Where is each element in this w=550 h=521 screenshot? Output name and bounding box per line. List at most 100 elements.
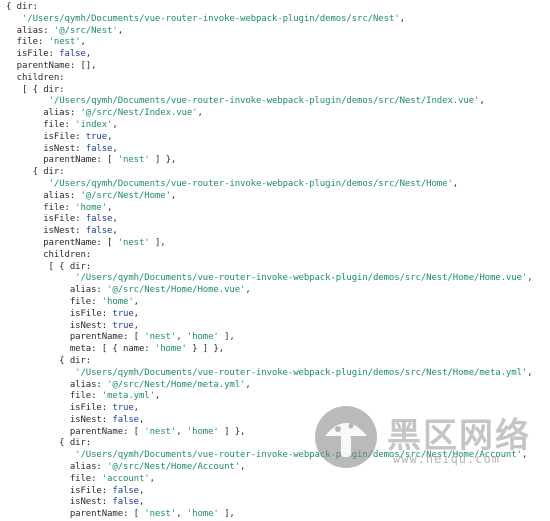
code-line: alias: '@/src/Nest/Home/Home.vue', xyxy=(6,285,533,297)
code-token: parentName: [ xyxy=(6,509,145,520)
code-line: file: 'meta.yml', xyxy=(6,391,533,403)
code-line: children: xyxy=(6,73,533,85)
keyword-token: false xyxy=(85,226,113,237)
code-token: alias: xyxy=(6,190,81,201)
code-line: isNest: false, xyxy=(6,144,533,156)
string-token: '@/src/Nest/Home/Home.vue' xyxy=(107,285,246,296)
code-line: isFile: true, xyxy=(6,132,533,144)
string-token: 'home' xyxy=(186,509,219,520)
keyword-token: true xyxy=(112,320,134,331)
string-token: '@/src/Nest/Index.vue' xyxy=(80,108,198,119)
code-token: isNest: xyxy=(6,143,86,154)
code-token: , xyxy=(85,49,92,60)
code-token: [ { dir: xyxy=(6,84,65,95)
code-token: , xyxy=(527,273,533,284)
code-line: isFile: true, xyxy=(6,403,533,415)
code-token: , xyxy=(133,320,139,331)
code-line: meta: [ { name: 'home' } ] }, xyxy=(6,344,533,356)
code-token: } ] }, xyxy=(186,344,225,355)
code-token: isFile: xyxy=(6,403,113,414)
code-token: isNest: xyxy=(6,226,86,237)
code-token: file: xyxy=(6,119,76,130)
string-token: 'nest' xyxy=(117,237,150,248)
code-token: parentName: [ xyxy=(6,237,118,248)
code-token: children: xyxy=(6,72,65,83)
code-line: isFile: false, xyxy=(6,214,533,226)
code-line: isNest: false, xyxy=(6,415,533,427)
code-token: , xyxy=(117,25,124,36)
code-token: , xyxy=(527,367,533,378)
code-token: , xyxy=(176,509,187,520)
code-token: children: xyxy=(6,249,92,260)
string-token: 'home' xyxy=(186,426,219,437)
code-line: parentName: [], xyxy=(6,61,533,73)
code-token: { dir: xyxy=(6,167,65,178)
string-token: 'nest' xyxy=(144,509,177,520)
string-token: '/Users/qymh/Documents/vue-router-invoke… xyxy=(75,450,522,461)
code-token: ] }, xyxy=(218,426,246,437)
code-line: parentName: [ 'nest' ] }, xyxy=(6,155,533,167)
keyword-token: false xyxy=(85,143,113,154)
string-token: 'home' xyxy=(186,332,219,343)
code-token: parentName: [ xyxy=(6,155,118,166)
code-token: isFile: xyxy=(6,308,113,319)
code-line: { dir: xyxy=(6,167,533,179)
code-line: '/Users/qymh/Documents/vue-router-invoke… xyxy=(6,14,533,26)
code-token: , xyxy=(80,37,86,48)
keyword-token: true xyxy=(85,131,108,142)
code-token: , xyxy=(479,96,485,107)
code-token: alias: xyxy=(6,379,108,390)
code-line: alias: '@/src/Nest', xyxy=(6,26,533,38)
keyword-token: false xyxy=(85,214,113,225)
code-line: file: 'home', xyxy=(6,203,533,215)
keyword-token: false xyxy=(112,485,139,496)
code-line: { dir: xyxy=(6,2,533,14)
code-token: , xyxy=(170,190,177,201)
code-line: alias: '@/src/Nest/Home', xyxy=(6,191,533,203)
code-token: , xyxy=(112,143,118,154)
code-line: isFile: true, xyxy=(6,309,533,321)
code-line: '/Users/qymh/Documents/vue-router-invoke… xyxy=(6,368,533,380)
code-token: alias: xyxy=(6,108,81,119)
string-token: 'nest' xyxy=(117,155,150,166)
code-token: , xyxy=(138,414,145,425)
string-token: 'meta.yml' xyxy=(101,391,155,402)
code-token: , xyxy=(133,296,139,307)
code-line: { dir: xyxy=(6,438,533,450)
string-token: 'account' xyxy=(101,473,150,484)
code-token: alias: xyxy=(6,462,108,473)
code-line: isFile: false, xyxy=(6,486,533,498)
string-token: 'index' xyxy=(75,119,113,130)
code-token: , xyxy=(176,426,187,437)
code-line: '/Users/qymh/Documents/vue-router-invoke… xyxy=(6,450,533,462)
code-line: alias: '@/src/Nest/Home/Account', xyxy=(6,462,533,474)
string-token: 'home' xyxy=(101,296,134,307)
string-token: '@/src/Nest' xyxy=(53,25,118,36)
string-token: '/Users/qymh/Documents/vue-router-invoke… xyxy=(75,367,528,378)
code-token: [ { dir: xyxy=(6,261,92,272)
code-line: parentName: [ 'nest', 'home' ], xyxy=(6,332,533,344)
code-line: parentName: [ 'nest' ], xyxy=(6,238,533,250)
code-line: '/Users/qymh/Documents/vue-router-invoke… xyxy=(6,273,533,285)
code-token: isNest: xyxy=(6,497,113,508)
code-token: , xyxy=(245,379,251,390)
code-token: ] }, xyxy=(149,155,177,166)
code-line: '/Users/qymh/Documents/vue-router-invoke… xyxy=(6,96,533,108)
code-line: parentName: [ 'nest', 'home' ] }, xyxy=(6,427,533,439)
string-token: 'nest' xyxy=(144,332,177,343)
code-token: alias: xyxy=(6,285,108,296)
code-token: , xyxy=(197,108,203,119)
keyword-token: true xyxy=(112,403,134,414)
code-token: , xyxy=(112,119,118,130)
string-token: 'nest' xyxy=(144,426,177,437)
string-token: '@/src/Nest/Home/Account' xyxy=(107,462,241,473)
code-line: file: 'index', xyxy=(6,120,533,132)
code-token: isFile: xyxy=(6,485,113,496)
string-token: '/Users/qymh/Documents/vue-router-invoke… xyxy=(21,13,400,24)
string-token: 'home' xyxy=(75,202,108,213)
code-token: isFile: xyxy=(6,49,60,60)
code-token: , xyxy=(245,285,251,296)
code-token: , xyxy=(133,403,139,414)
code-line: file: 'home', xyxy=(6,297,533,309)
